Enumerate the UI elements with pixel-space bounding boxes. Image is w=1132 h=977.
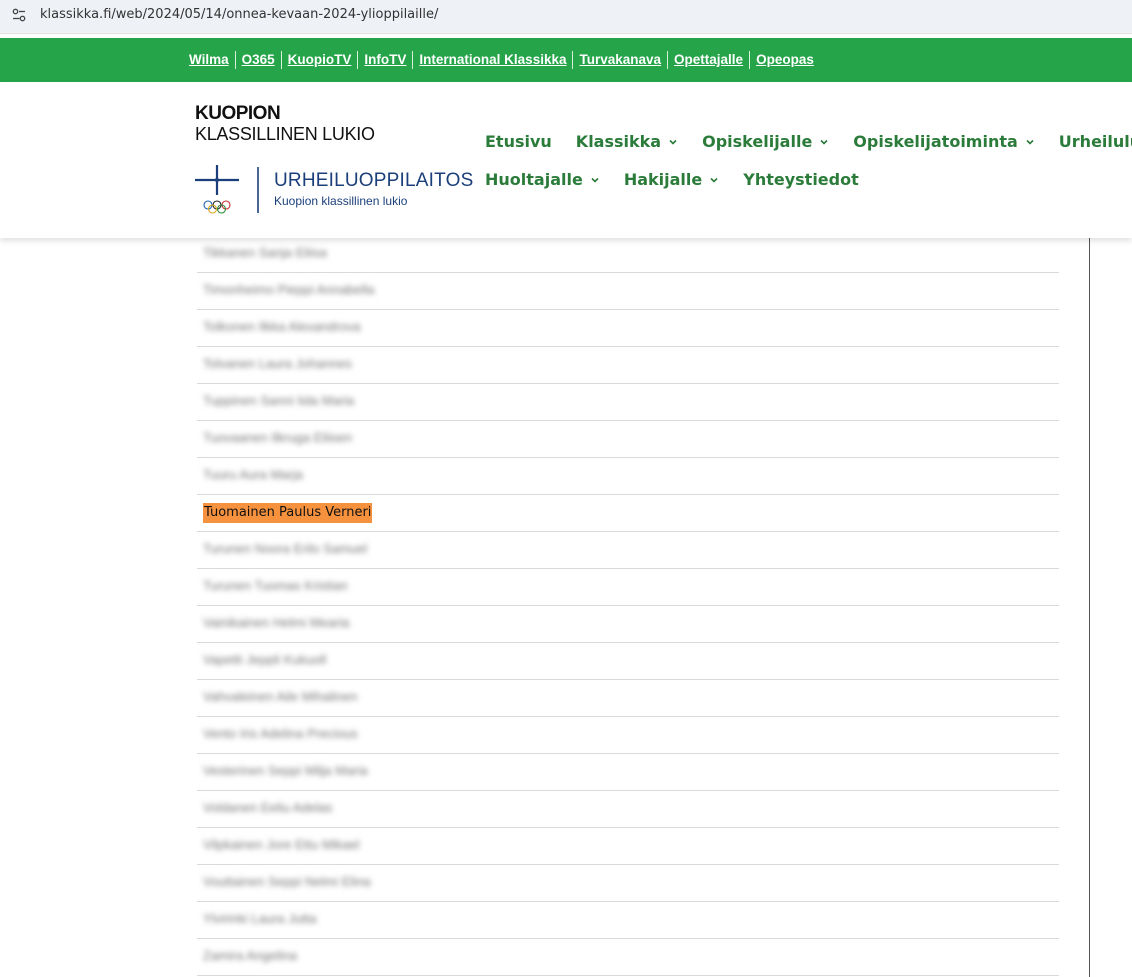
list-item: Vesterinen Seppi Milja Maria	[197, 754, 1059, 791]
quick-link-turvakanava[interactable]: Turvakanava	[573, 51, 669, 69]
nav-item-hakijalle[interactable]: Hakijalle	[624, 170, 719, 189]
nav-item-label: Etusivu	[485, 132, 552, 151]
address-field[interactable]: klassikka.fi/web/2024/05/14/onnea-kevaan…	[0, 0, 1132, 32]
blurred-name: Vento Iris Adelina Precious	[203, 726, 358, 741]
sport-academy-logo-text: URHEILUOPPILAITOS Kuopion klassillinen l…	[274, 170, 473, 210]
list-item: Vouttainen Seppi Nelmi Elina	[197, 865, 1059, 902]
school-logo[interactable]: KUOPION KLASSILLINEN LUKIO	[195, 103, 375, 145]
nav-item-label: Opiskelijatoiminta	[853, 132, 1018, 151]
nav-item-label: Opiskelijalle	[702, 132, 813, 151]
nav-item-label: Klassikka	[575, 132, 662, 151]
quick-link-kuopiotv[interactable]: KuopioTV	[282, 51, 359, 69]
blurred-name: Vahvaleinen Aile Mihalinen	[203, 689, 358, 704]
highlighted-name: Tuomainen Paulus Verneri	[203, 503, 373, 523]
blurred-name: Tolkonen Ilkka Alexandrova	[203, 319, 361, 334]
list-item: Tuovaanen Ilkruga Eliisen	[197, 421, 1059, 458]
list-item: Vento Iris Adelina Precious	[197, 717, 1059, 754]
nav-item-opiskelijalle[interactable]: Opiskelijalle	[702, 132, 829, 151]
list-item: Tikkanen Sanja Eliisa	[197, 238, 1059, 273]
blurred-name: Tuovaanen Ilkruga Eliisen	[203, 430, 353, 445]
browser-address-bar: klassikka.fi/web/2024/05/14/onnea-kevaan…	[0, 0, 1132, 34]
list-item: Voldanen Eeliu Adelas	[197, 791, 1059, 828]
sport-academy-title: URHEILUOPPILAITOS	[274, 170, 474, 191]
nav-item-label: Hakijalle	[623, 170, 703, 189]
nav-item-yhteystiedot[interactable]: Yhteystiedot	[743, 170, 859, 189]
chevron-down-icon	[820, 139, 828, 145]
graduates-list: Tikkanen Sanja Eliisa Timonheimo Pieppi A…	[0, 238, 1132, 977]
list-item: Tuomainen Paulus Verneri	[197, 495, 1059, 532]
quick-links: Wilma O365 KuopioTV InfoTV International Kla…	[189, 51, 820, 69]
quick-link-international-klassikka[interactable]: International Klassikka	[413, 51, 574, 69]
chevron-down-icon	[669, 139, 677, 145]
nav-item-urheilulukio[interactable]: Urheilulukio	[1059, 132, 1132, 151]
blurred-name: Tikkanen Sanja Eliisa	[203, 245, 327, 260]
logo-line1: KUOPION	[195, 103, 281, 124]
blurred-name: Turunen Noora Erilo Samuel	[203, 541, 368, 556]
main-nav-row2: Huoltajalle Hakijalle Yhteystiedot	[485, 170, 883, 189]
list-item: Turunen Noora Erilo Samuel	[197, 532, 1059, 569]
blurred-name: Voldanen Eeliu Adelas	[203, 800, 333, 815]
blurred-name: Vilpkainen Jore Ettu Mikael	[203, 837, 360, 852]
list-item: Timonheimo Pieppi Annabella	[197, 273, 1059, 310]
quick-link-wilma[interactable]: Wilma	[189, 51, 236, 69]
blurred-name: Ylvirinki Laura Jutta	[203, 911, 317, 926]
sport-academy-subtitle: Kuopion klassillinen lukio	[274, 194, 408, 208]
blurred-name: Timonheimo Pieppi Annabella	[203, 282, 375, 297]
quick-link-opeopas[interactable]: Opeopas	[750, 51, 820, 69]
list-item: Tuuru Aura Marja	[197, 458, 1059, 495]
nav-item-huoltajalle[interactable]: Huoltajalle	[485, 170, 600, 189]
list-item: Tuppinen Sanni Iida Maria	[197, 384, 1059, 421]
sidebar-divider	[1089, 238, 1090, 977]
blurred-name: Zamira Angelina	[203, 948, 297, 963]
chevron-down-icon	[591, 177, 599, 183]
list-item: Vapetti Jeppli Kukuoll	[197, 643, 1059, 680]
list-item: Turunen Tuomas Kristian	[197, 569, 1059, 606]
blurred-name: Vapetti Jeppli Kukuoll	[203, 652, 327, 667]
list-item: Zamira Angelina	[197, 939, 1059, 976]
list-item: Tolvanen Laura Johannes	[197, 347, 1059, 384]
nav-item-etusivu[interactable]: Etusivu	[485, 132, 552, 151]
blurred-name: Tuuru Aura Marja	[203, 467, 303, 482]
quick-link-opettajalle[interactable]: Opettajalle	[668, 51, 751, 69]
logo-line2: KLASSILLINEN LUKIO	[195, 124, 375, 144]
list-item: Vilpkainen Jore Ettu Mikael	[197, 828, 1059, 865]
quick-link-o365[interactable]: O365	[236, 51, 282, 69]
quick-link-infotv[interactable]: InfoTV	[358, 51, 414, 69]
main-nav-row1: Etusivu Klassikka Opiskelijalle Opiskelijat…	[485, 132, 1132, 151]
top-quick-links-bar: Wilma O365 KuopioTV InfoTV International Kla…	[0, 38, 1132, 82]
nav-item-label: Huoltajalle	[485, 170, 583, 189]
list-item: Tolkonen Ilkka Alexandrova	[197, 310, 1059, 347]
chevron-down-icon	[710, 177, 718, 183]
chevron-down-icon	[1026, 139, 1034, 145]
nav-item-label: Yhteystiedot	[743, 170, 859, 189]
list-item: Vahvaleinen Aile Mihalinen	[197, 680, 1059, 717]
url-text[interactable]: klassikka.fi/web/2024/05/14/onnea-kevaan…	[40, 7, 438, 22]
blurred-name: Turunen Tuomas Kristian	[203, 578, 348, 593]
nav-item-label: Urheilulukio	[1058, 132, 1132, 151]
blurred-name: Vesterinen Seppi Milja Maria	[203, 763, 368, 778]
tune-icon[interactable]	[12, 8, 26, 22]
list-item: Vainikainen Helmi Mearia	[197, 606, 1059, 643]
blurred-name: Vainikainen Helmi Mearia	[203, 615, 350, 630]
nav-item-opiskelijatoiminta[interactable]: Opiskelijatoiminta	[853, 132, 1035, 151]
blurred-name: Vouttainen Seppi Nelmi Elina	[203, 874, 371, 889]
nav-item-klassikka[interactable]: Klassikka	[576, 132, 678, 151]
blurred-name: Tolvanen Laura Johannes	[203, 356, 352, 371]
blurred-name: Tuppinen Sanni Iida Maria	[203, 393, 355, 408]
site-header: KUOPION KLASSILLINEN LUKIO URHEILUOPPILA…	[0, 82, 1132, 238]
list-item: Ylvirinki Laura Jutta	[197, 902, 1059, 939]
